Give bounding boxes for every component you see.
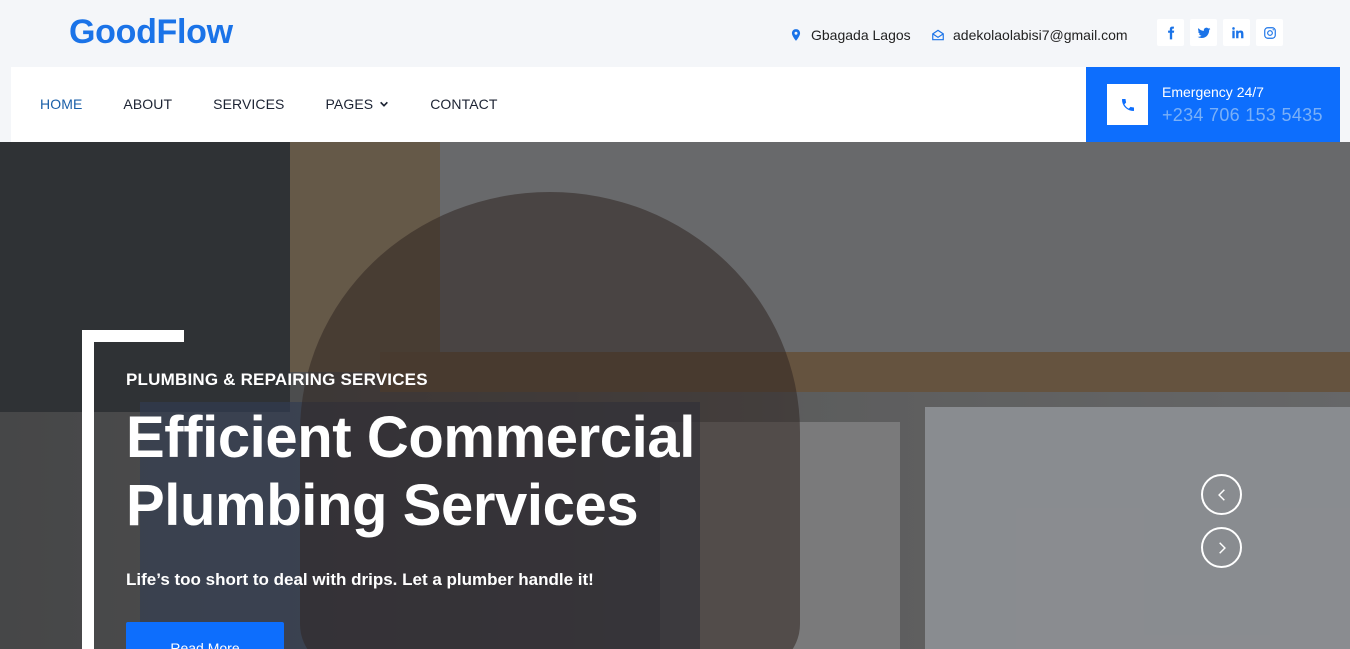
chevron-down-icon (380, 101, 389, 107)
linkedin-link[interactable] (1223, 19, 1250, 46)
slider-prev-button[interactable] (1201, 474, 1242, 515)
chevron-right-icon (1218, 541, 1226, 554)
envelope-open-icon (932, 29, 944, 41)
hero-headline: Efficient Commercial Plumbing Services (126, 404, 746, 540)
nav-item-about[interactable]: ABOUT (123, 96, 172, 112)
nav-item-pages-label: PAGES (325, 96, 374, 112)
nav-item-contact[interactable]: CONTACT (430, 96, 497, 112)
chevron-left-icon (1217, 488, 1225, 501)
linkedin-icon (1231, 26, 1243, 38)
top-bar: GoodFlow Gbagada Lagos adekolaolabisi7@g… (0, 0, 1350, 67)
location-info: Gbagada Lagos (789, 27, 911, 43)
hero-tagline: Life’s too short to deal with drips. Let… (126, 570, 594, 589)
emergency-title: Emergency 24/7 (1162, 84, 1264, 100)
social-links (1157, 19, 1283, 46)
hero-headline-line-2: Plumbing Services (126, 473, 639, 538)
nav-item-home[interactable]: HOME (40, 96, 82, 112)
brand-logo[interactable]: GoodFlow (69, 13, 233, 52)
facebook-link[interactable] (1157, 19, 1184, 46)
phone-icon-box (1107, 84, 1148, 125)
emergency-phone[interactable]: +234 706 153 5435 (1162, 105, 1323, 126)
nav-menu: HOME ABOUT SERVICES PAGES CONTACT (40, 96, 498, 112)
nav-item-services[interactable]: SERVICES (213, 96, 284, 112)
map-pin-icon (791, 29, 801, 41)
hero-subtitle: PLUMBING & REPAIRING SERVICES (126, 370, 428, 389)
emergency-contact[interactable]: Emergency 24/7 +234 706 153 5435 (1086, 67, 1340, 142)
twitter-link[interactable] (1190, 19, 1217, 46)
facebook-icon (1167, 26, 1174, 39)
email-info[interactable]: adekolaolabisi7@gmail.com (931, 27, 1128, 43)
email-text[interactable]: adekolaolabisi7@gmail.com (953, 27, 1128, 43)
hero-frame-left (82, 330, 94, 649)
instagram-icon (1263, 26, 1276, 39)
hero-slider: PLUMBING & REPAIRING SERVICES Efficient … (0, 142, 1350, 649)
read-more-button[interactable]: Read More (126, 622, 284, 649)
twitter-icon (1197, 27, 1210, 38)
instagram-link[interactable] (1256, 19, 1283, 46)
nav-item-pages[interactable]: PAGES (326, 96, 390, 112)
phone-icon (1121, 98, 1134, 111)
hero-headline-line-1: Efficient Commercial (126, 405, 695, 470)
hero-frame-top (82, 330, 184, 342)
slider-next-button[interactable] (1201, 527, 1242, 568)
location-text: Gbagada Lagos (811, 27, 911, 43)
